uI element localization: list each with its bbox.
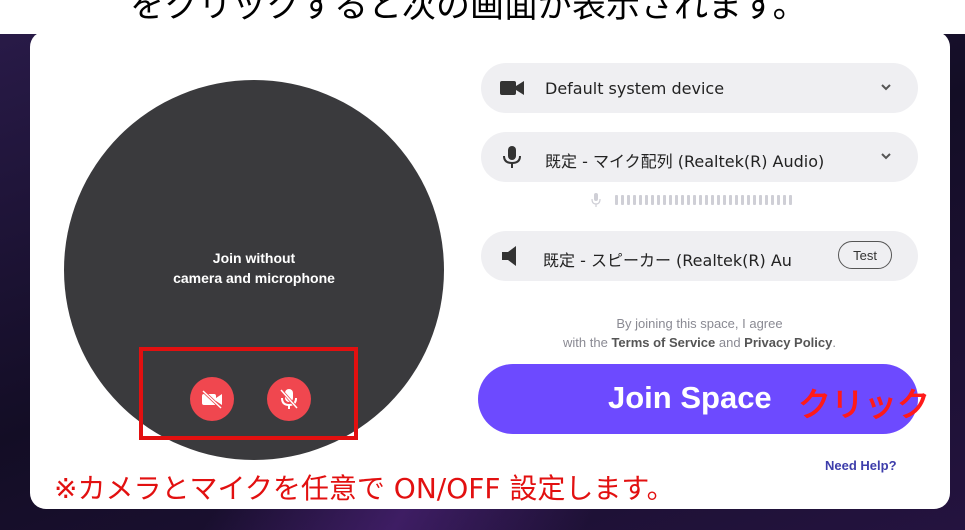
meter-bar — [789, 195, 792, 205]
microphone-select-label: 既定 - マイク配列 (Realtek(R) Audio) — [545, 152, 825, 171]
join-space-button[interactable]: Join Space クリック — [478, 364, 930, 434]
instruction-caption-text: をクリックすると次の画面が表示されます。 — [130, 0, 807, 26]
meter-bar — [651, 195, 654, 205]
camera-select-label: Default system device — [545, 79, 725, 98]
microphone-select[interactable]: 既定 - マイク配列 (Realtek(R) Audio) — [481, 132, 918, 182]
toggle-annotation: ※カメラとマイクを任意で ON/OFF 設定します。 — [54, 472, 675, 505]
meter-bar — [729, 195, 732, 205]
preview-message-line2: camera and microphone — [173, 270, 335, 286]
meter-bar — [723, 195, 726, 205]
meter-bar — [633, 195, 636, 205]
microphone-icon — [503, 146, 521, 168]
meter-bar — [765, 195, 768, 205]
meter-bar — [753, 195, 756, 205]
meter-bar — [705, 195, 708, 205]
meter-bar — [747, 195, 750, 205]
meter-bar — [627, 195, 630, 205]
meter-bar — [621, 195, 624, 205]
camera-icon — [500, 81, 524, 95]
click-annotation: クリック — [798, 385, 930, 424]
speaker-icon — [502, 246, 516, 266]
meter-bar — [615, 195, 618, 205]
meter-bar — [645, 195, 648, 205]
agreement-suffix: . — [832, 335, 836, 350]
preview-message-line1: Join without — [212, 250, 296, 266]
camera-select[interactable]: Default system device — [481, 63, 918, 113]
meter-bar — [657, 195, 660, 205]
privacy-policy-link[interactable]: Privacy Policy — [744, 335, 832, 350]
speaker-test-button[interactable]: Test — [838, 241, 892, 269]
meter-bar — [759, 195, 762, 205]
meter-bar — [771, 195, 774, 205]
meter-bar — [675, 195, 678, 205]
preview-message: Join without camera and microphone — [64, 248, 444, 288]
terms-agreement: By joining this space, I agree with the … — [481, 314, 918, 352]
meter-bar — [639, 195, 642, 205]
agreement-and: and — [715, 335, 745, 350]
meter-bar — [693, 195, 696, 205]
chevron-down-icon — [881, 153, 891, 160]
speaker-select-label: 既定 - スピーカー (Realtek(R) Au — [543, 251, 792, 270]
meter-bar — [681, 195, 684, 205]
meter-bar — [735, 195, 738, 205]
join-space-label: Join Space — [608, 380, 772, 415]
meter-bar — [783, 195, 786, 205]
speaker-select[interactable]: 既定 - スピーカー (Realtek(R) Au Test — [481, 231, 918, 281]
agreement-line2: with the Terms of Service and Privacy Po… — [481, 333, 918, 352]
agreement-prefix: with the — [563, 335, 612, 350]
meter-bar — [669, 195, 672, 205]
microphone-level-meter — [591, 193, 792, 207]
meter-bar — [717, 195, 720, 205]
instruction-caption: をクリックすると次の画面が表示されます。 — [0, 0, 965, 34]
meter-bar — [699, 195, 702, 205]
terms-of-service-link[interactable]: Terms of Service — [611, 335, 715, 350]
meter-bar — [711, 195, 714, 205]
meter-bar — [663, 195, 666, 205]
chevron-down-icon — [881, 84, 891, 91]
microphone-small-icon — [591, 193, 601, 207]
toggle-highlight-box — [139, 347, 358, 440]
agreement-line1: By joining this space, I agree — [616, 316, 783, 331]
meter-bar — [687, 195, 690, 205]
meter-bar — [777, 195, 780, 205]
meter-bar — [741, 195, 744, 205]
need-help-link[interactable]: Need Help? — [825, 458, 897, 473]
